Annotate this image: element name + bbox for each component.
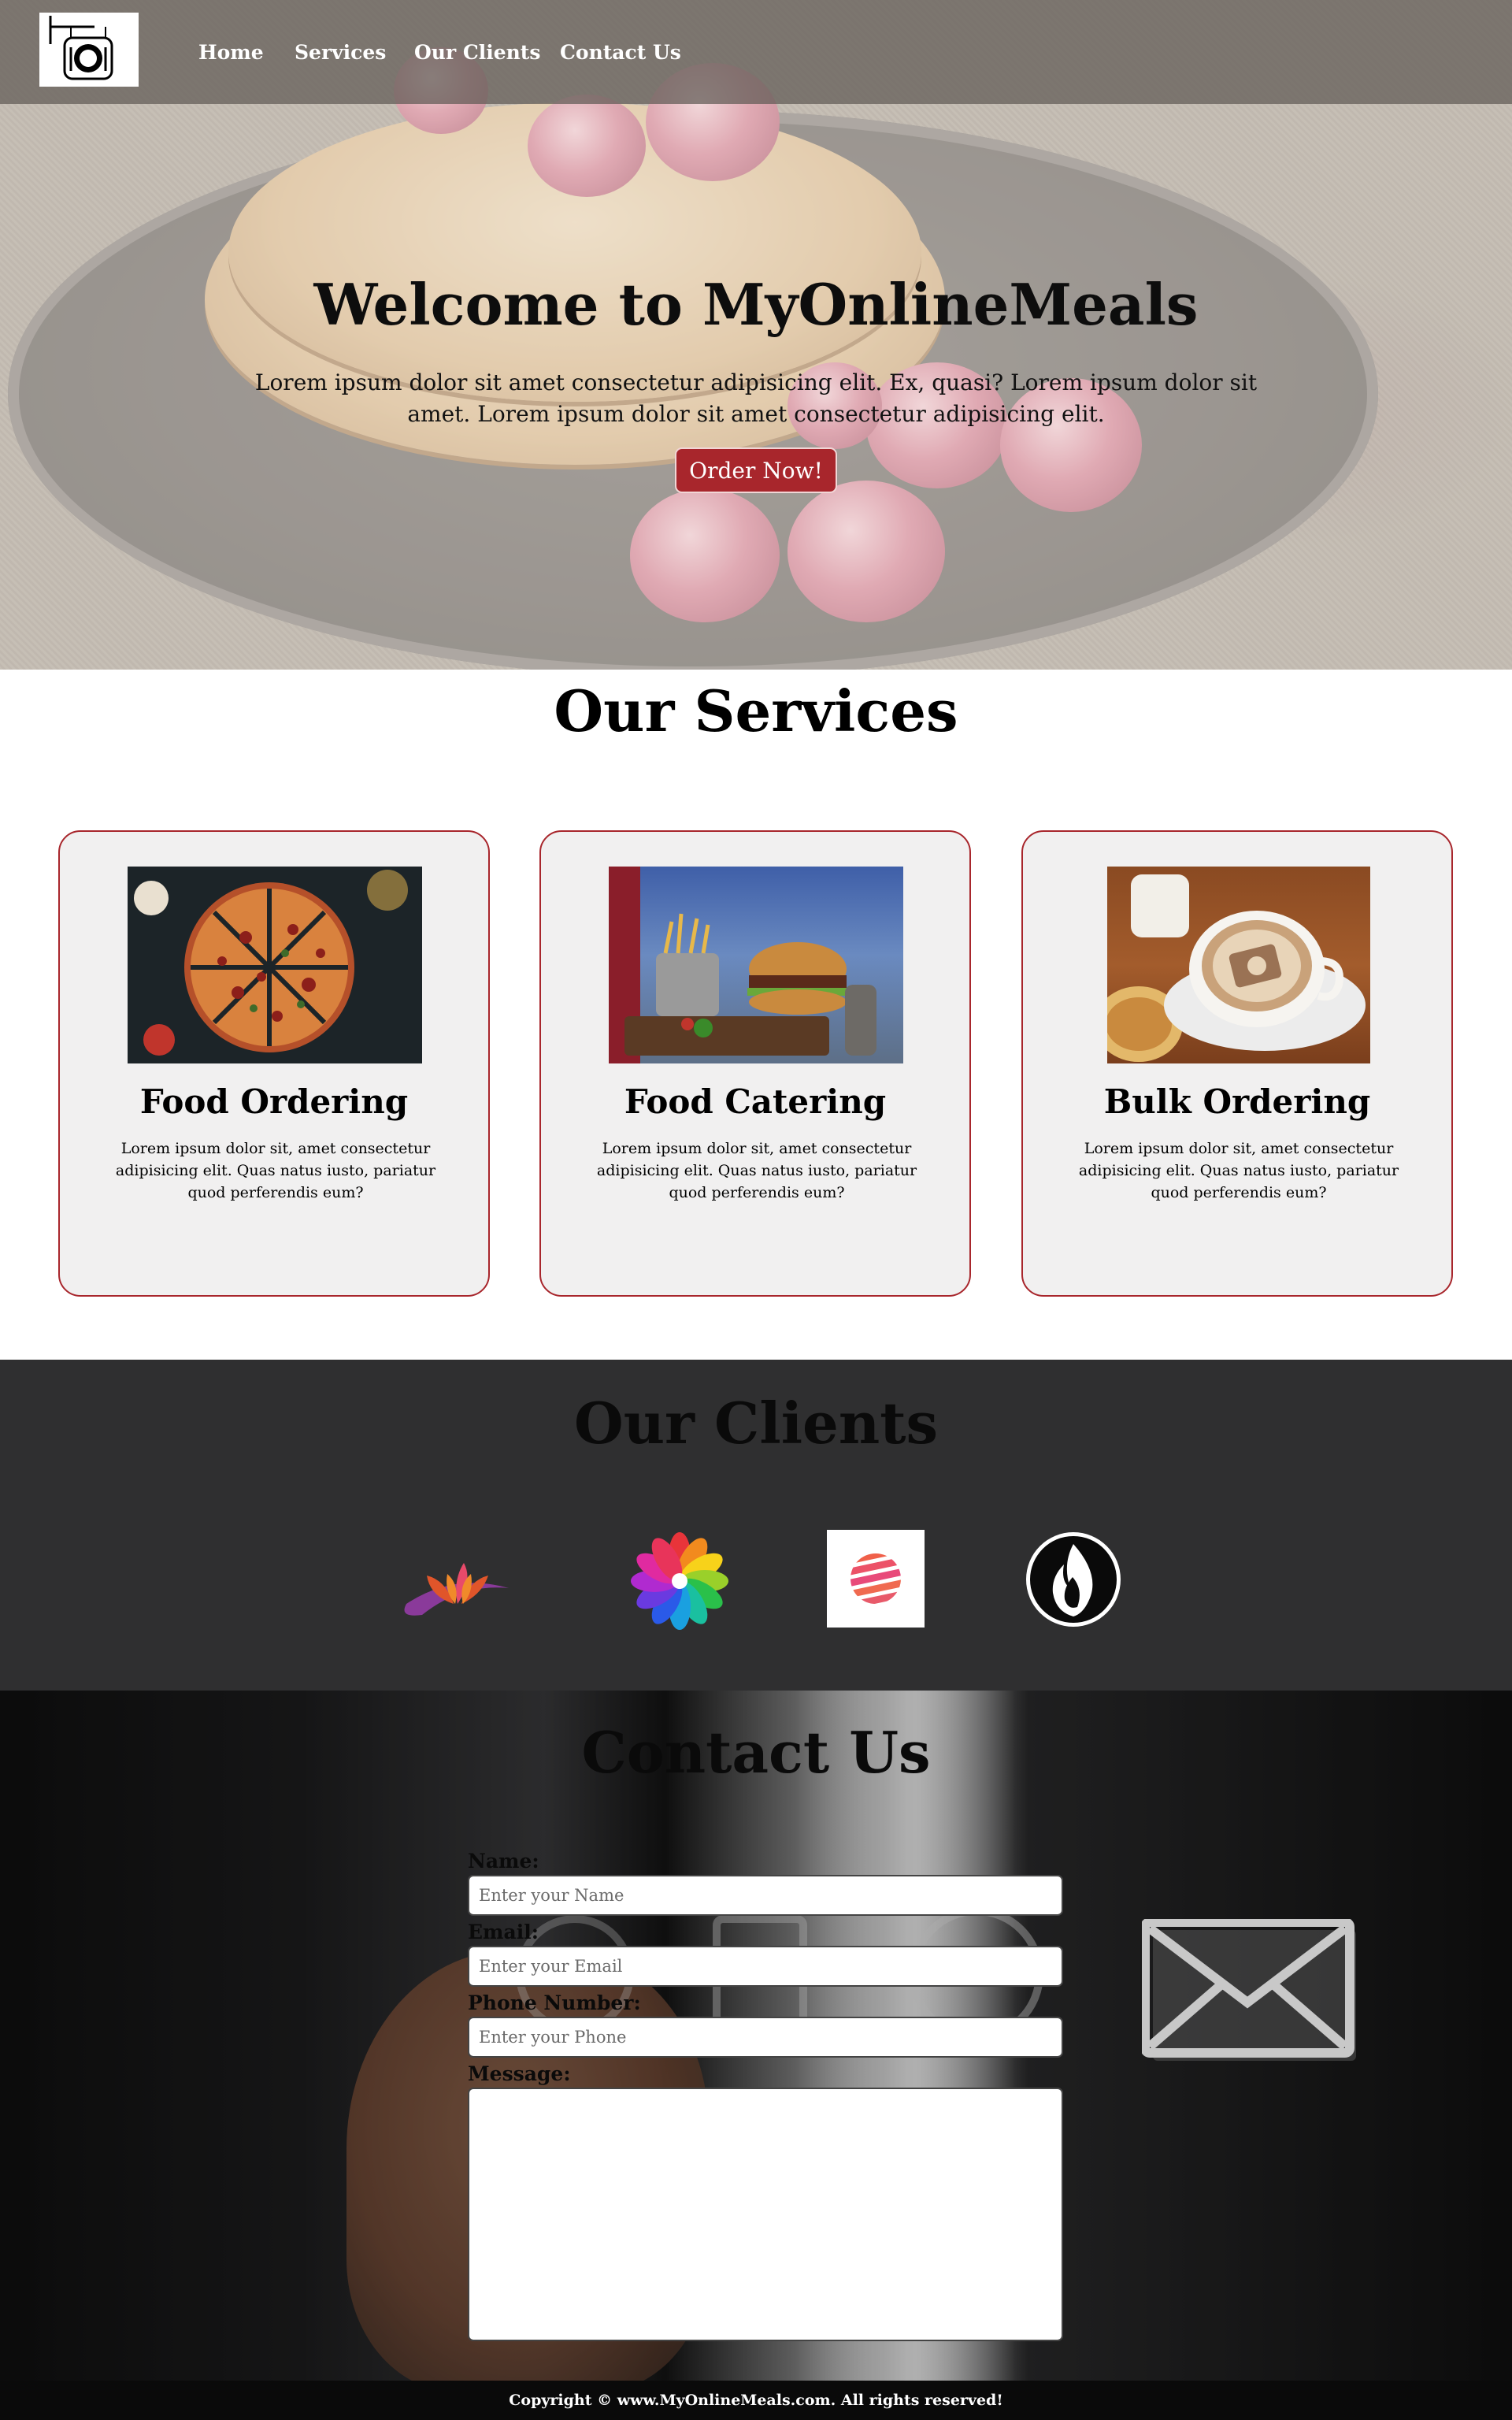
flower-pinwheel-logo-icon [631, 1532, 728, 1630]
nav-link-our-clients[interactable]: Our Clients [414, 41, 540, 64]
hero-subtitle: Lorem ipsum dolor sit amet consectetur a… [254, 369, 1258, 427]
card-description: Lorem ipsum dolor sit, amet consectetur … [1078, 1140, 1399, 1201]
coffee-cup-photo [1107, 867, 1370, 1063]
service-card-food-ordering[interactable]: Food Ordering Lorem ipsum dolor sit, ame… [58, 830, 490, 1297]
top-navbar: Home Services Our Clients Contact Us [0, 0, 1512, 104]
name-label: Name: [468, 1850, 539, 1873]
phone-input[interactable] [468, 2017, 1063, 2058]
order-now-button[interactable]: Order Now! [675, 447, 837, 493]
flame-logo-icon [1026, 1532, 1121, 1627]
contact-title: Contact Us [581, 1719, 931, 1786]
striped-sphere-logo [827, 1530, 925, 1628]
site-logo[interactable] [39, 13, 139, 87]
pizza-photo [128, 867, 422, 1063]
nav-link-home[interactable]: Home [198, 41, 264, 64]
restaurant-sign-icon [49, 16, 113, 80]
mail-envelope-icon [1142, 1919, 1356, 2061]
email-label: Email: [468, 1921, 539, 1943]
lotus-logo-icon [404, 1563, 509, 1616]
message-textarea[interactable] [468, 2088, 1063, 2341]
phone-label: Phone Number: [468, 1991, 641, 2014]
hero-section: Home Services Our Clients Contact Us Wel… [0, 0, 1512, 670]
hero-title: Welcome to MyOnlineMeals [313, 271, 1199, 338]
card-title: Food Catering [624, 1082, 887, 1121]
contact-section: Contact Us Name: Email: Phone Number: Me… [0, 1691, 1512, 2381]
clients-section: Our Clients [0, 1360, 1512, 1691]
service-card-bulk-ordering[interactable]: Bulk Ordering Lorem ipsum dolor sit, ame… [1021, 830, 1453, 1297]
card-title: Bulk Ordering [1103, 1082, 1371, 1121]
clients-title: Our Clients [573, 1390, 939, 1457]
card-description: Lorem ipsum dolor sit, amet consectetur … [115, 1140, 436, 1201]
site-footer: Copyright © www.MyOnlineMeals.com. All r… [0, 2381, 1512, 2420]
nav-link-services[interactable]: Services [295, 41, 386, 64]
copyright-text: Copyright © www.MyOnlineMeals.com. All r… [509, 2392, 1003, 2409]
message-label: Message: [468, 2062, 571, 2085]
burger-fries-photo [609, 867, 903, 1063]
card-description: Lorem ipsum dolor sit, amet consectetur … [596, 1140, 917, 1201]
striped-sphere-logo-icon [850, 1553, 901, 1604]
card-title: Food Ordering [139, 1082, 409, 1121]
service-card-food-catering[interactable]: Food Catering Lorem ipsum dolor sit, ame… [539, 830, 971, 1297]
name-input[interactable] [468, 1875, 1063, 1916]
services-title: Our Services [554, 677, 958, 744]
email-input[interactable] [468, 1946, 1063, 1987]
nav-link-contact-us[interactable]: Contact Us [560, 41, 681, 64]
